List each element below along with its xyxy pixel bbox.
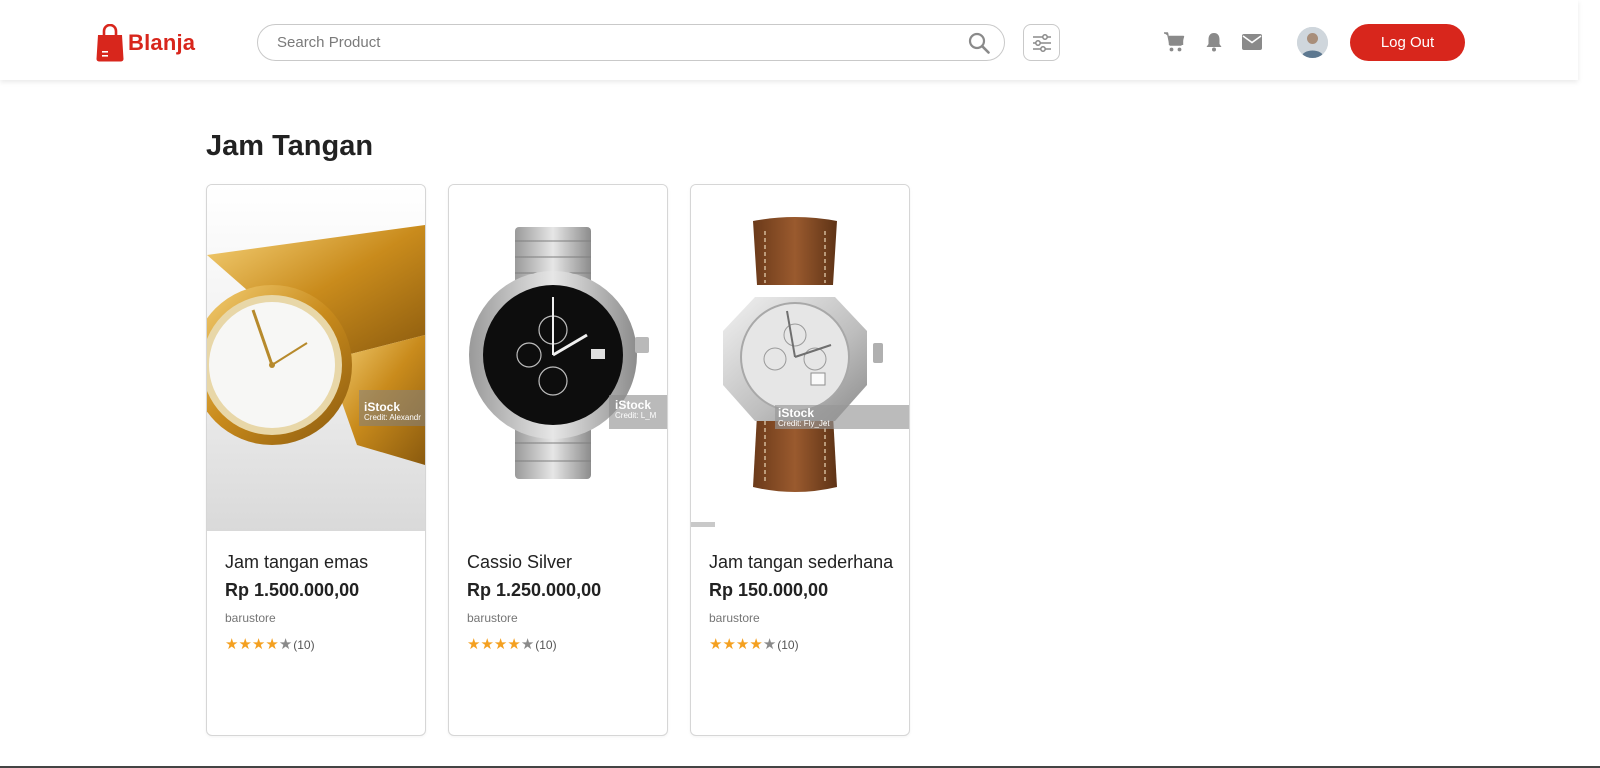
logo-text: Blanja <box>128 30 196 55</box>
search-box <box>257 24 1005 61</box>
search-input[interactable] <box>277 34 968 51</box>
product-price: Rp 1.250.000,00 <box>467 580 602 600</box>
star-icon: ★ <box>735 636 750 653</box>
mail-icon[interactable] <box>1242 34 1262 50</box>
star-icon: ★ <box>480 636 494 653</box>
silver-watch-image <box>449 185 667 531</box>
watermark: iStock Credit: Fly_Jet <box>778 407 830 429</box>
star-icon: ★ <box>251 636 266 653</box>
product-image: iStock Credit: Alexandr <box>207 185 425 531</box>
star-icon: ★ <box>722 636 736 653</box>
product-name: Cassio Silver <box>467 552 573 572</box>
gold-watch-image <box>207 185 425 531</box>
avatar-image <box>1297 27 1328 58</box>
star-icon: ★ <box>225 636 239 653</box>
product-info: Jam tangan sederhana Rp 150.000,00 barus… <box>709 551 894 652</box>
watermark-credit: Credit: Fly_Jet <box>778 419 830 428</box>
star-empty-icon: ★ <box>520 636 535 653</box>
product-card[interactable]: iStock Credit: Alexandr Jam tangan emas … <box>206 184 426 736</box>
star-empty-icon: ★ <box>762 636 777 653</box>
bell-icon[interactable] <box>1205 31 1223 53</box>
product-card[interactable]: iStock Credit: L_M Cassio Silver Rp 1.25… <box>448 184 668 736</box>
product-image: iStock Credit: Fly_Jet <box>691 185 909 531</box>
filter-button[interactable] <box>1023 24 1060 61</box>
star-icon: ★ <box>467 636 481 653</box>
product-store: barustore <box>225 611 276 625</box>
rating: ★ ★ ★ ★ ★ (10) <box>709 637 894 652</box>
star-empty-icon: ★ <box>278 636 293 653</box>
cart-icon[interactable] <box>1163 31 1185 53</box>
logout-button[interactable]: Log Out <box>1350 24 1465 61</box>
star-icon: ★ <box>749 636 763 653</box>
product-price: Rp 150.000,00 <box>709 580 829 600</box>
product-price: Rp 1.500.000,00 <box>225 580 360 600</box>
navbar: Blanja Search Product Log Out <box>0 0 1578 80</box>
watermark-text: iStock <box>364 400 401 414</box>
product-info: Jam tangan emas Rp 1.500.000,00 barustor… <box>225 551 410 652</box>
rating: ★ ★ ★ ★ ★ (10) <box>467 637 652 652</box>
product-name: Jam tangan sederhana <box>709 552 894 572</box>
star-icon: ★ <box>709 636 723 653</box>
watermark-credit: Credit: Alexandr <box>364 413 421 422</box>
product-name: Jam tangan emas <box>225 552 369 572</box>
leather-watch-image <box>691 185 909 531</box>
star-icon: ★ <box>265 636 279 653</box>
logo[interactable]: Blanja <box>96 24 195 62</box>
product-card[interactable]: iStock Credit: Fly_Jet Jam tangan sederh… <box>690 184 910 736</box>
star-icon: ★ <box>238 636 252 653</box>
sliders-icon <box>1032 33 1051 52</box>
avatar[interactable] <box>1297 27 1328 58</box>
watermark: iStock Credit: L_M <box>615 399 656 421</box>
rating-count: (10) <box>777 637 799 652</box>
product-store: barustore <box>467 611 518 625</box>
watermark: iStock Credit: Alexandr <box>364 401 421 423</box>
star-icon: ★ <box>507 636 521 653</box>
search-icon[interactable] <box>968 32 990 54</box>
watermark-credit: Credit: L_M <box>615 411 657 420</box>
star-icon: ★ <box>493 636 508 653</box>
product-info: Cassio Silver Rp 1.250.000,00 barustore … <box>467 551 652 652</box>
product-image: iStock Credit: L_M <box>449 185 667 531</box>
rating-count: (10) <box>293 637 315 652</box>
shopping-bag-icon <box>96 24 124 62</box>
page-title: Jam Tangan <box>206 130 374 162</box>
rating: ★ ★ ★ ★ ★ (10) <box>225 637 410 652</box>
watermark-text: iStock <box>778 406 815 420</box>
rating-count: (10) <box>535 637 557 652</box>
product-store: barustore <box>709 611 760 625</box>
watermark-text: iStock <box>615 398 652 412</box>
